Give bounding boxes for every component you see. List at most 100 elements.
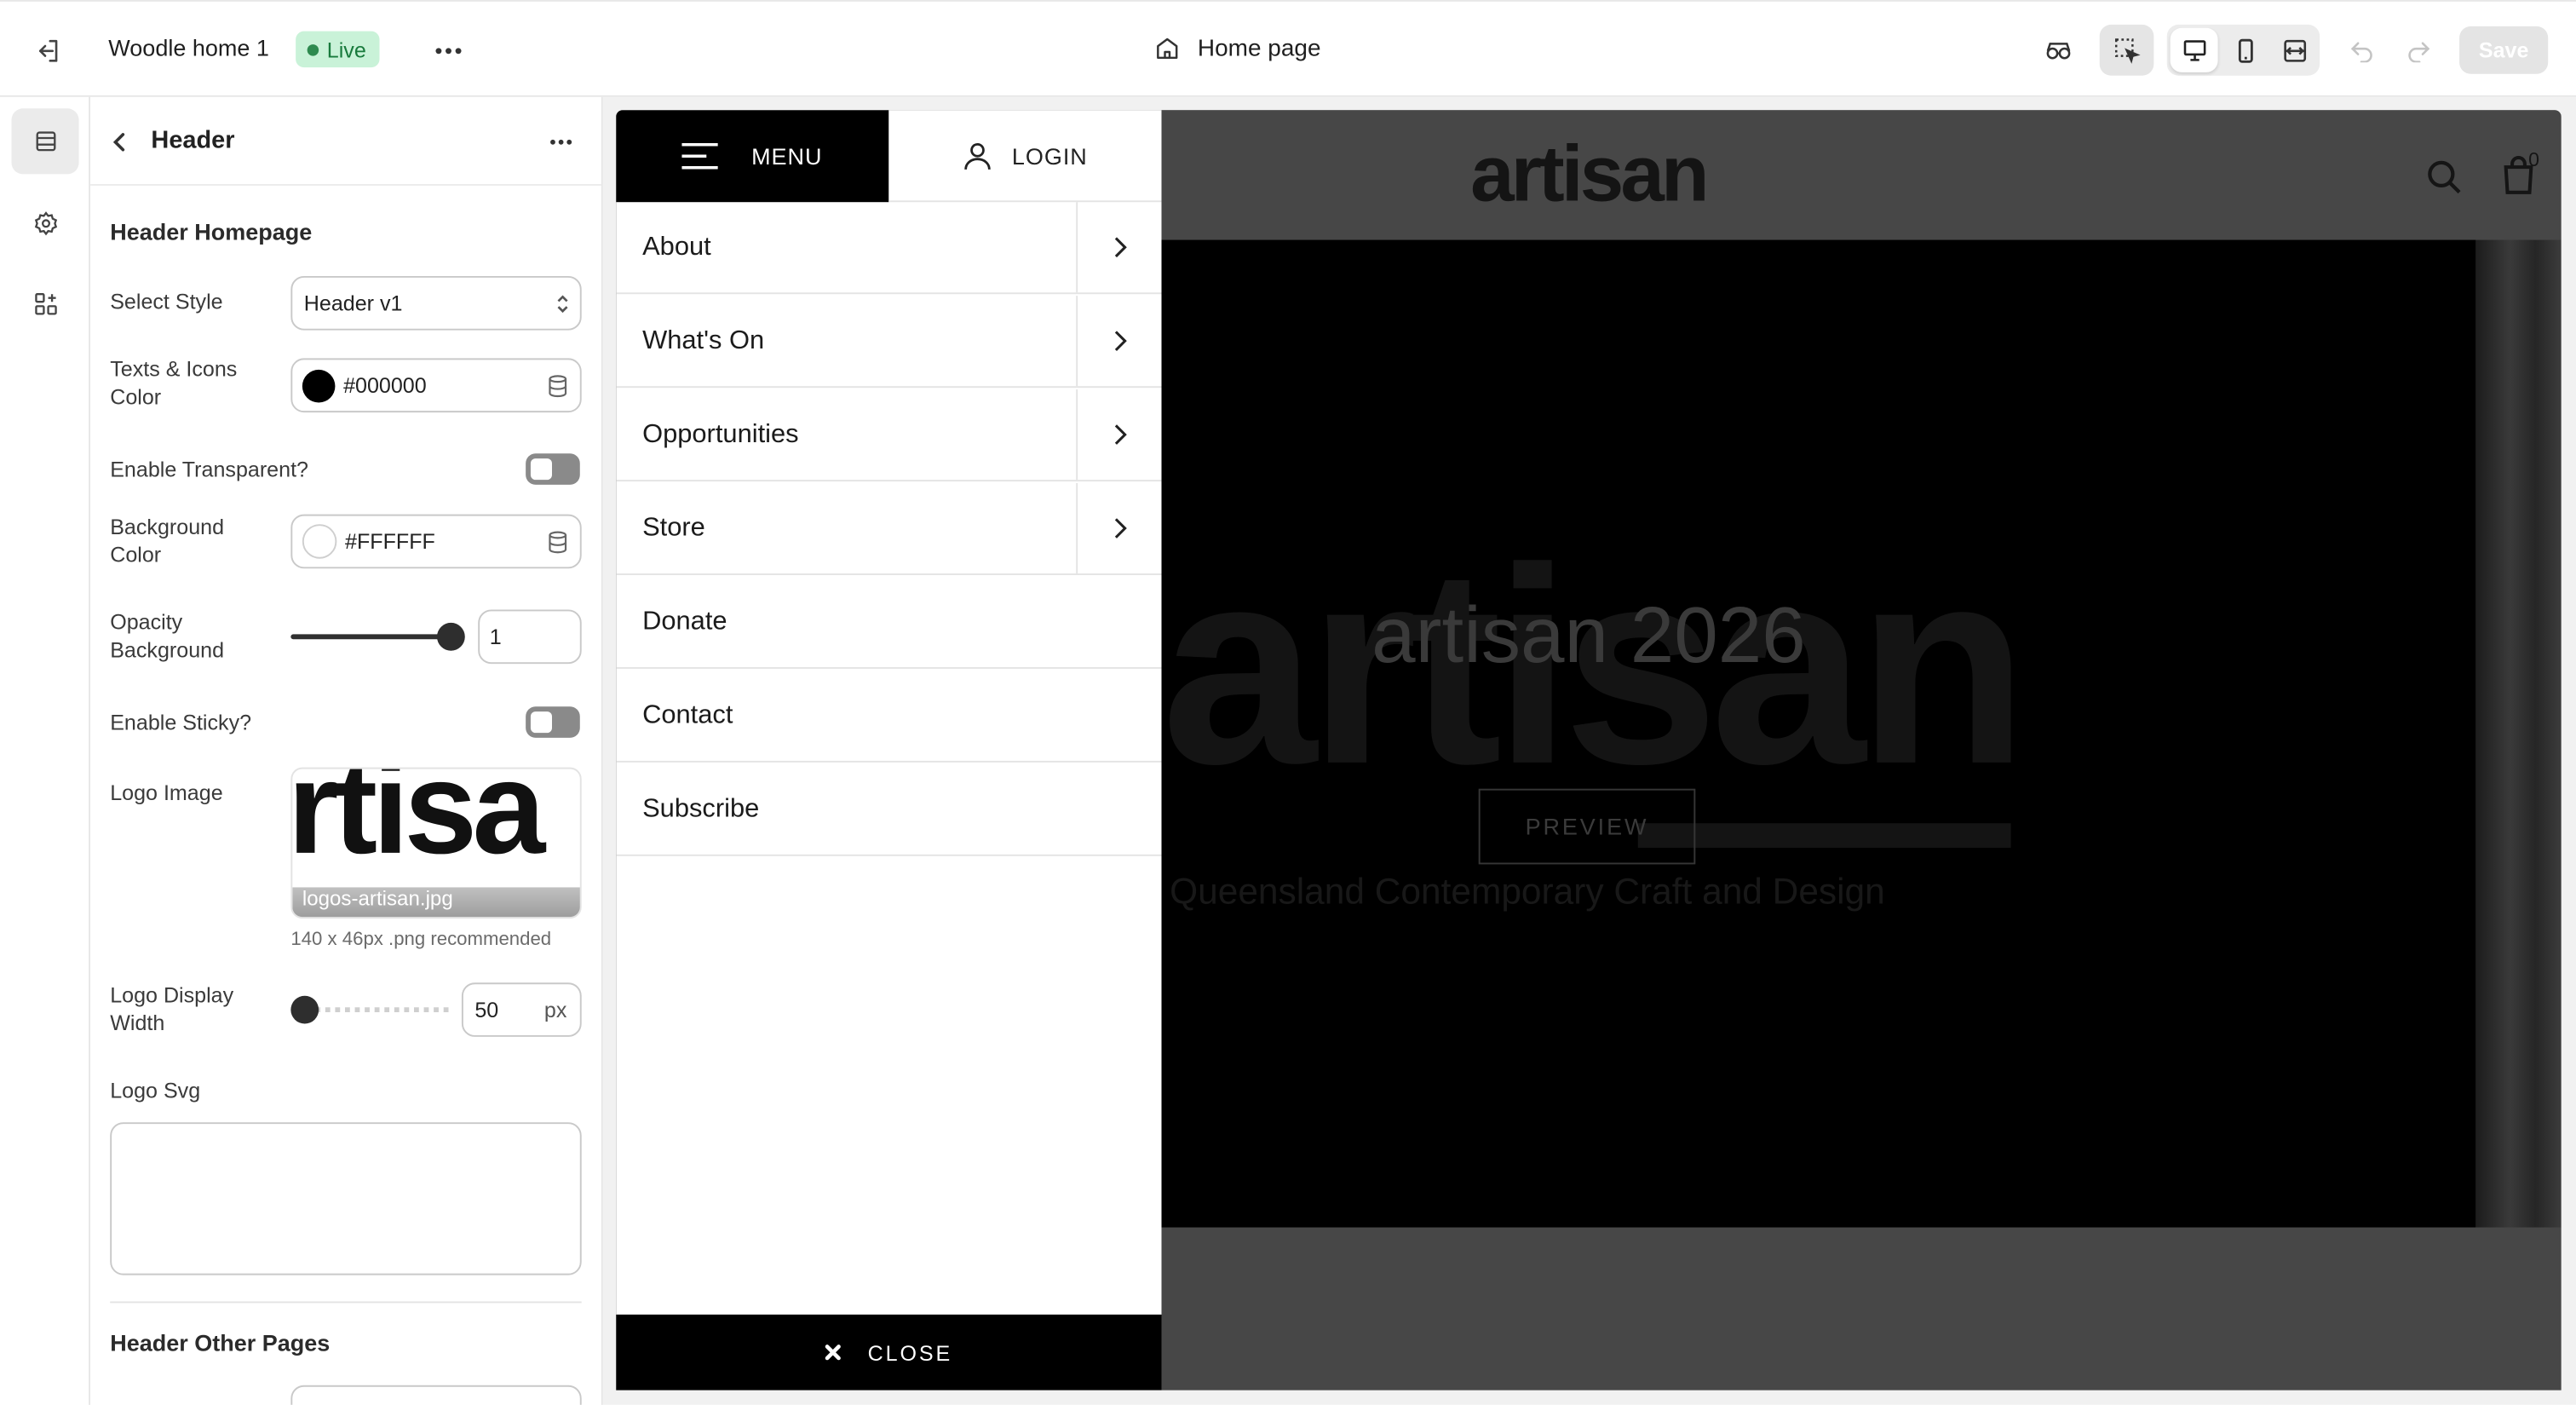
close-label: CLOSE — [867, 1339, 953, 1365]
menu-item-label: About — [642, 233, 711, 262]
text-color-value: #000000 — [343, 372, 427, 398]
select-style-dropdown[interactable]: Header v1 — [290, 275, 582, 331]
preview-glasses-icon[interactable] — [2034, 26, 2084, 74]
chevron-right-icon[interactable] — [1076, 482, 1163, 574]
apps-icon[interactable] — [11, 271, 78, 337]
site-header — [1161, 110, 2562, 240]
menu-item-label: Contact — [642, 701, 733, 730]
menu-item-store[interactable]: Store — [616, 482, 1163, 575]
chevron-right-icon[interactable] — [1076, 202, 1163, 293]
close-icon — [825, 1345, 842, 1361]
logo-width-slider-thumb[interactable] — [290, 995, 319, 1024]
undo-icon[interactable] — [2339, 26, 2385, 74]
home-icon — [1153, 34, 1182, 62]
panel-more-icon[interactable] — [539, 122, 584, 161]
mobile-menu-drawer: MENU LOGIN About What's On Opportunities… — [616, 110, 1163, 1391]
tab-menu-label: MENU — [751, 142, 823, 170]
site-logo[interactable]: artisan — [1470, 130, 1709, 222]
hamburger-icon — [682, 142, 719, 170]
redo-icon[interactable] — [2395, 26, 2441, 74]
save-button[interactable]: Save — [2459, 26, 2549, 74]
text-color-label: Texts & Icons Color — [110, 356, 238, 409]
opacity-slider-track[interactable] — [290, 634, 451, 640]
page-selector[interactable]: Home page — [1153, 34, 1321, 62]
enable-sticky-toggle[interactable] — [526, 706, 580, 738]
bg-color-value: #FFFFFF — [344, 528, 435, 554]
logo-image-picker[interactable]: rtisa logos-artisan.jpg — [290, 767, 582, 919]
gear-icon[interactable] — [11, 191, 78, 256]
hero-side-image — [2475, 239, 2562, 1228]
enable-transparent-toggle[interactable] — [526, 453, 580, 485]
opacity-input[interactable]: 1 — [478, 609, 582, 665]
select-element-icon[interactable] — [2099, 24, 2154, 76]
select-style-label: Select Style — [110, 289, 223, 314]
panel-title: Header — [151, 126, 235, 155]
menu-item-contact[interactable]: Contact — [616, 671, 1162, 763]
text-color-field[interactable]: #000000 — [290, 358, 582, 413]
database-icon[interactable] — [534, 530, 580, 553]
logo-thumbnail: rtisa — [290, 767, 545, 881]
logo-svg-label: Logo Svg — [110, 1078, 201, 1103]
opacity-value: 1 — [489, 624, 502, 649]
menu-item-about[interactable]: About — [616, 202, 1163, 295]
hero-preview-button[interactable]: PREVIEW — [1478, 788, 1696, 865]
page-name: Home page — [1197, 35, 1321, 62]
logo-width-unit: px — [543, 997, 567, 1022]
menu-item-opportunities[interactable]: Opportunities — [616, 389, 1163, 482]
mobile-icon[interactable] — [2221, 28, 2268, 72]
logo-svg-textarea[interactable] — [110, 1122, 582, 1275]
select-style-value: Header v1 — [303, 291, 403, 316]
site-name[interactable]: Woodle home 1 — [108, 34, 269, 60]
logo-width-input[interactable]: 50 px — [461, 982, 582, 1037]
chevron-right-icon[interactable] — [1076, 296, 1163, 387]
enable-sticky-label: Enable Sticky? — [110, 710, 252, 735]
top-bar: Woodle home 1 Live Home page Save — [0, 0, 2576, 97]
text-color-swatch[interactable] — [302, 368, 336, 402]
logo-width-slider-track[interactable] — [303, 1007, 449, 1012]
close-menu-button[interactable]: CLOSE — [616, 1314, 1162, 1391]
menu-item-donate[interactable]: Donate — [616, 577, 1162, 669]
logo-filename: logos-artisan.jpg — [302, 887, 453, 911]
menu-item-label: Subscribe — [642, 795, 760, 824]
logo-width-label: Logo Display Width — [110, 982, 234, 1035]
hero-subtitle: Queensland Contemporary Craft and Design — [1170, 871, 1885, 913]
bg-color-label: Background Color — [110, 514, 225, 567]
desktop-icon[interactable] — [2170, 27, 2218, 72]
sections-icon[interactable] — [11, 108, 79, 175]
database-icon[interactable] — [534, 374, 580, 397]
menu-item-whats-on[interactable]: What's On — [616, 296, 1163, 389]
tab-menu[interactable]: MENU — [616, 110, 889, 203]
hero-title: artisan 2026 — [1371, 593, 1806, 681]
logo-hint: 140 x 46px .png recommended — [290, 930, 552, 950]
section-header-other-pages: Header Other Pages — [110, 1329, 331, 1356]
tab-login[interactable]: LOGIN — [888, 110, 1162, 203]
logo-width-value: 50 — [474, 997, 499, 1022]
bg-color-swatch[interactable] — [302, 524, 337, 559]
settings-panel: Header Header Homepage Select Style Head… — [90, 96, 603, 1405]
other-pages-style-dropdown[interactable] — [290, 1385, 582, 1405]
search-icon[interactable] — [2425, 158, 2464, 197]
cart-count: 0 — [2528, 147, 2539, 171]
opacity-slider-thumb[interactable] — [436, 622, 465, 651]
back-icon[interactable] — [103, 124, 136, 159]
chevron-updown-icon — [543, 291, 579, 314]
app-window: Woodle home 1 Live Home page Save Header… — [0, 0, 2576, 1405]
status-badge-label: Live — [326, 37, 366, 62]
divider — [110, 1301, 582, 1304]
sidebar-rail — [0, 96, 91, 1405]
section-header-homepage: Header Homepage — [110, 218, 313, 245]
menu-item-subscribe[interactable]: Subscribe — [616, 764, 1162, 856]
tab-login-label: LOGIN — [1011, 141, 1088, 169]
site-preview-frame: artisan 0 artisan artisan 2026 PREVIEW Q… — [616, 110, 2562, 1391]
opacity-label: Opacity Background — [110, 609, 225, 662]
more-icon[interactable] — [425, 26, 471, 74]
status-dot — [307, 43, 319, 55]
bg-color-field[interactable]: #FFFFFF — [290, 514, 582, 569]
chevron-right-icon[interactable] — [1076, 389, 1163, 481]
exit-icon[interactable] — [23, 26, 72, 74]
menu-item-label: Store — [642, 514, 705, 543]
hero-section: artisan artisan 2026 PREVIEW Queensland … — [1161, 239, 2476, 1228]
menu-item-label: Opportunities — [642, 420, 799, 449]
menu-item-label: What's On — [642, 326, 765, 355]
fullwidth-icon[interactable] — [2270, 28, 2318, 72]
